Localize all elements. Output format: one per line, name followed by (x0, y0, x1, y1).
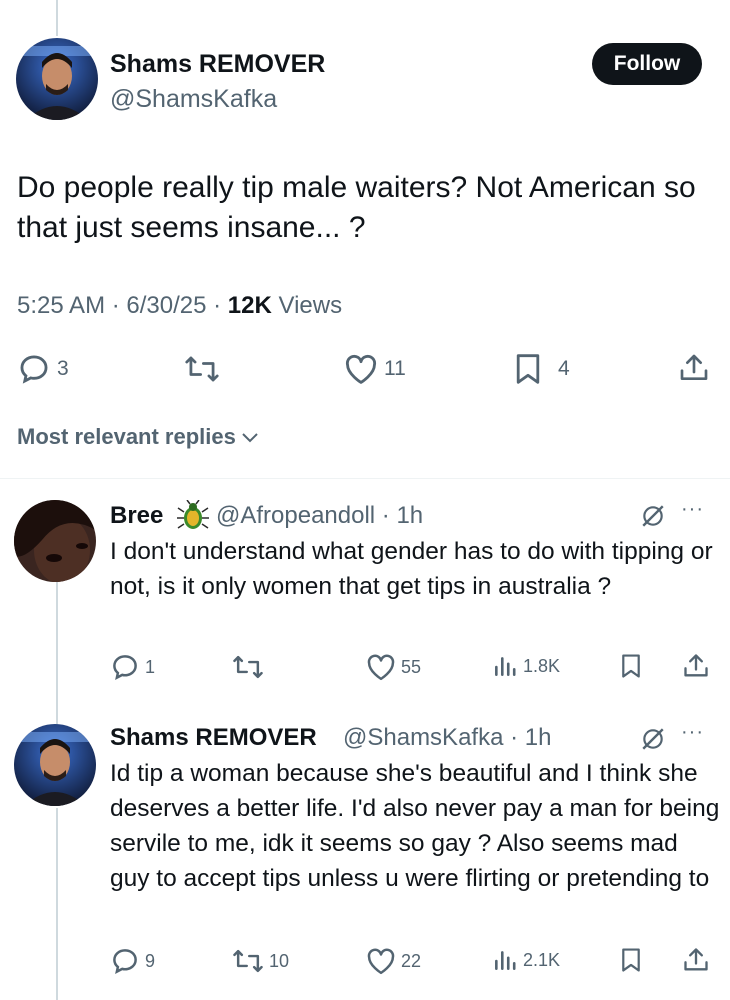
view-count: 1.8K (523, 655, 561, 676)
retweet-count: 10 (269, 950, 290, 971)
sort-replies-dropdown[interactable]: Most relevant replies (17, 424, 260, 450)
like-button[interactable]: 11 (344, 353, 406, 385)
bookmark-icon (622, 654, 640, 678)
like-count: 22 (401, 950, 422, 971)
like-icon (345, 354, 377, 384)
reply-button[interactable]: 9 (110, 946, 155, 976)
reply-icon (20, 355, 48, 384)
like-count: 55 (401, 656, 422, 677)
share-icon (684, 654, 708, 677)
tweet-meta: 5:25 AM · 6/30/25 · 12K Views (17, 292, 342, 320)
bookmark-button[interactable] (620, 946, 642, 974)
views-icon (495, 657, 516, 676)
author-handle[interactable]: @Afropeandoll · 1h (216, 502, 423, 530)
more-icon[interactable]: ··· (681, 498, 704, 521)
like-button[interactable]: 55 (366, 653, 421, 681)
bookmark-icon (622, 948, 640, 972)
bookmark-icon (516, 354, 540, 384)
views-button[interactable]: 1.8K (492, 653, 560, 679)
reply-button[interactable]: 3 (17, 352, 69, 386)
avatar[interactable] (14, 724, 96, 806)
bookmark-button[interactable] (620, 652, 642, 680)
author-name[interactable]: Bree (110, 502, 163, 530)
bookmark-button[interactable]: 4 (514, 352, 570, 386)
bug-badge-icon (177, 500, 209, 529)
reply-button[interactable]: 1 (110, 652, 155, 682)
chevron-down-icon (242, 433, 258, 443)
retweet-button[interactable] (232, 652, 269, 682)
share-icon (680, 354, 708, 380)
thread-line-bree (56, 582, 58, 727)
views-label: Views (271, 292, 343, 319)
avatar[interactable] (14, 500, 96, 582)
sort-label: Most relevant replies (17, 424, 236, 449)
reply-icon (113, 655, 137, 680)
retweet-icon (233, 655, 263, 679)
reply-icon (113, 949, 137, 974)
tweet-text: Do people really tip male waiters? Not A… (17, 171, 696, 244)
reply-text: Id tip a woman because she's beautiful a… (110, 760, 720, 892)
bookmark-count: 4 (558, 357, 570, 380)
thread-line-top (56, 0, 58, 36)
like-icon (367, 948, 395, 975)
author-handle[interactable]: @ShamsKafka (110, 85, 277, 114)
share-button[interactable] (682, 651, 710, 681)
more-icon[interactable]: ··· (681, 721, 704, 744)
reply-count: 1 (145, 656, 156, 677)
reply-count: 9 (145, 950, 156, 971)
share-icon (684, 948, 708, 971)
reply-text: I don't understand what gender has to do… (110, 538, 713, 600)
retweet-button[interactable]: 10 (232, 946, 289, 976)
share-button[interactable] (678, 351, 710, 385)
avatar[interactable] (16, 38, 98, 120)
follow-button[interactable]: Follow (592, 43, 702, 85)
share-button[interactable] (682, 945, 710, 975)
retweet-icon (233, 949, 263, 973)
views-icon (495, 951, 516, 970)
view-count[interactable]: 12K (228, 292, 272, 319)
author-handle[interactable]: @ShamsKafka · 1h (343, 724, 551, 752)
like-icon (367, 654, 395, 681)
like-button[interactable]: 22 (366, 947, 421, 975)
grok-icon[interactable] (640, 726, 666, 752)
author-name[interactable]: Shams REMOVER (110, 50, 325, 79)
views-button[interactable]: 2.1K (492, 947, 560, 973)
divider (0, 478, 730, 479)
reply-count: 3 (57, 357, 69, 380)
author-name[interactable]: Shams REMOVER (110, 724, 317, 752)
thread-line-reply (56, 808, 58, 1000)
retweet-button[interactable] (184, 352, 220, 386)
view-count: 2.1K (523, 949, 561, 970)
retweet-icon (185, 356, 219, 382)
grok-icon[interactable] (640, 503, 666, 529)
tweet-timestamp[interactable]: 5:25 AM · 6/30/25 · (17, 292, 228, 319)
like-count: 11 (384, 357, 406, 380)
